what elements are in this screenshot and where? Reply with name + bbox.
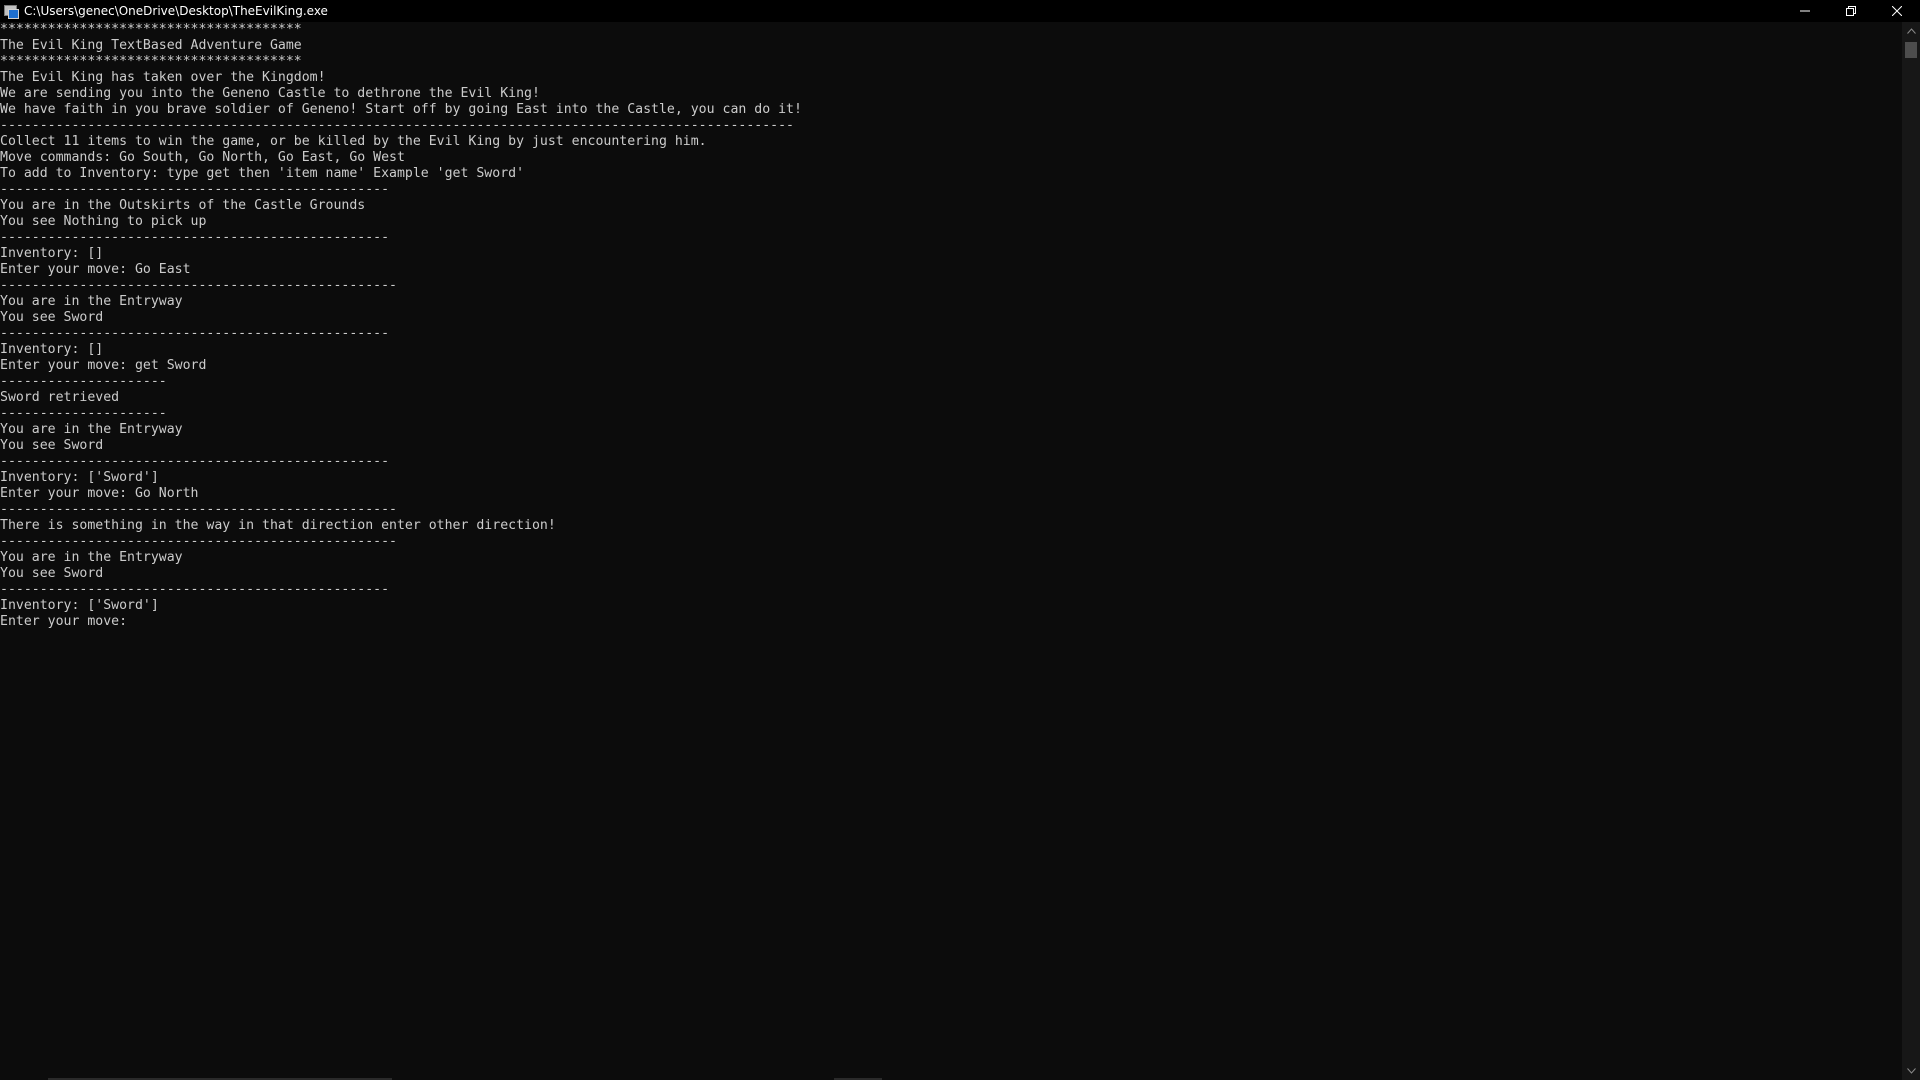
console-line: You are in the Entryway	[0, 550, 183, 565]
console-line: ---------------------	[0, 406, 167, 421]
console-line: ----------------------------------------…	[0, 326, 390, 341]
scroll-down-button[interactable]	[1902, 1062, 1920, 1080]
restore-button[interactable]	[1828, 0, 1874, 22]
console-line: ----------------------------------------…	[0, 230, 390, 245]
console-line: Sword retrieved	[0, 390, 120, 405]
console-line: Inventory: []	[0, 342, 104, 357]
console-line: ----------------------------------------…	[0, 118, 794, 133]
console-line: ----------------------------------------…	[0, 278, 397, 293]
console-line: ----------------------------------------…	[0, 454, 390, 469]
console-line: Enter your move: Go East	[0, 262, 191, 277]
console-line: The Evil King has taken over the Kingdom…	[0, 70, 326, 85]
console-line: **************************************	[0, 54, 302, 69]
console-line: There is something in the way in that di…	[0, 518, 556, 533]
console-app-icon[interactable]	[4, 4, 19, 19]
scroll-up-button[interactable]	[1902, 22, 1920, 40]
chevron-down-icon	[1906, 1068, 1916, 1074]
minimize-button[interactable]	[1782, 0, 1828, 22]
console-line: Inventory: []	[0, 246, 104, 261]
vertical-scrollbar[interactable]	[1902, 22, 1920, 1080]
console-line: We are sending you into the Geneno Castl…	[0, 86, 540, 101]
console-line: You are in the Outskirts of the Castle G…	[0, 198, 366, 213]
scrollbar-thumb[interactable]	[1905, 42, 1917, 58]
console-line: You see Sword	[0, 310, 104, 325]
console-line: The Evil King TextBased Adventure Game	[0, 38, 302, 53]
console-line: Move commands: Go South, Go North, Go Ea…	[0, 150, 405, 165]
console-line: You see Nothing to pick up	[0, 214, 207, 229]
close-icon	[1892, 6, 1902, 16]
window-controls	[1782, 0, 1920, 22]
console-output[interactable]: ************************************** Th…	[0, 22, 1902, 1080]
console-line: ----------------------------------------…	[0, 582, 390, 597]
console-line: To add to Inventory: type get then 'item…	[0, 166, 525, 181]
console-line: Enter your move: Go North	[0, 486, 199, 501]
title-bar[interactable]: C:\Users\genec\OneDrive\Desktop\TheEvilK…	[0, 0, 1920, 22]
console-line: **************************************	[0, 22, 302, 37]
console-line: Enter your move:	[0, 614, 135, 629]
window-title: C:\Users\genec\OneDrive\Desktop\TheEvilK…	[24, 4, 328, 18]
console-line: You see Sword	[0, 566, 104, 581]
console-line: ---------------------	[0, 374, 167, 389]
chevron-up-icon	[1906, 28, 1916, 34]
close-button[interactable]	[1874, 0, 1920, 22]
console-window: C:\Users\genec\OneDrive\Desktop\TheEvilK…	[0, 0, 1920, 1080]
console-line: Collect 11 items to win the game, or be …	[0, 134, 707, 149]
console-line: You are in the Entryway	[0, 294, 183, 309]
console-line: ----------------------------------------…	[0, 502, 397, 517]
console-line: You are in the Entryway	[0, 422, 183, 437]
restore-icon	[1846, 6, 1856, 16]
console-line: You see Sword	[0, 438, 104, 453]
console-line: Enter your move: get Sword	[0, 358, 207, 373]
console-line: We have faith in you brave soldier of Ge…	[0, 102, 802, 117]
console-lines: ************************************** Th…	[0, 22, 1902, 630]
console-line: Inventory: ['Sword']	[0, 470, 159, 485]
minimize-icon	[1800, 10, 1810, 12]
console-line: Inventory: ['Sword']	[0, 598, 159, 613]
console-line: ----------------------------------------…	[0, 534, 397, 549]
console-line: ----------------------------------------…	[0, 182, 390, 197]
